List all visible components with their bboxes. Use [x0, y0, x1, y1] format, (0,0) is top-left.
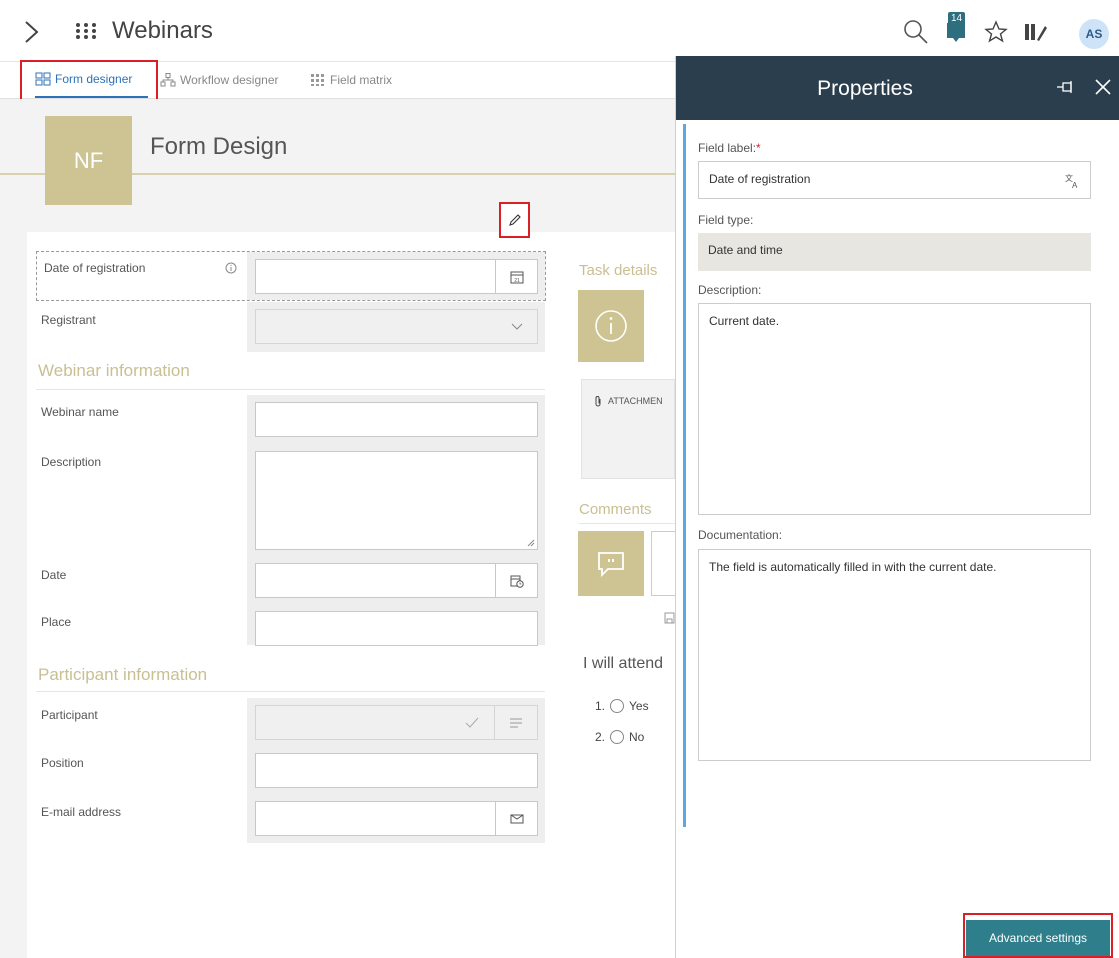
properties-header: Properties	[676, 56, 1119, 120]
field-label-value: Date of registration	[709, 172, 811, 186]
section-divider	[36, 389, 545, 390]
section-task-details: Task details	[579, 262, 658, 279]
option-number: 1.	[595, 699, 606, 713]
svg-text:A: A	[1072, 181, 1078, 189]
date-of-registration-input[interactable]: 21	[255, 259, 538, 294]
star-icon[interactable]	[982, 18, 1010, 46]
section-webinar-information: Webinar information	[38, 361, 190, 380]
calendar-clock-icon	[510, 575, 524, 588]
info-icon[interactable]	[225, 262, 237, 274]
section-comments: Comments	[579, 501, 652, 518]
description-textarea[interactable]	[255, 451, 538, 550]
description-value: Current date.	[709, 314, 780, 328]
option-yes[interactable]: 1. Yes	[595, 699, 649, 713]
field-label-webinar-name: Webinar name	[41, 405, 119, 419]
date-input[interactable]	[255, 563, 538, 598]
notification-count: 14	[948, 12, 966, 25]
workflow-icon	[160, 73, 176, 87]
chevron-down-icon	[511, 323, 523, 330]
close-icon[interactable]	[1094, 78, 1112, 96]
webinar-name-input[interactable]	[255, 402, 538, 437]
field-type-value: Date and time	[698, 233, 1091, 271]
tab-workflow-designer[interactable]: Workflow designer	[160, 62, 300, 98]
required-mark: *	[756, 141, 761, 155]
comment-input[interactable]	[651, 531, 675, 596]
selection-indicator	[683, 124, 686, 827]
field-type-label: Field type:	[698, 213, 754, 227]
position-input[interactable]	[255, 753, 538, 788]
email-input[interactable]	[255, 801, 538, 836]
pencil-icon	[508, 214, 521, 226]
section-divider	[36, 691, 545, 692]
field-label-position: Position	[41, 756, 84, 770]
question-label: I will attend	[583, 655, 664, 672]
field-label-date: Date	[41, 568, 67, 582]
pin-icon[interactable]	[1056, 80, 1076, 94]
check-icon[interactable]	[465, 717, 479, 729]
option-label: Yes	[629, 699, 649, 713]
field-label-description: Description	[41, 455, 102, 469]
info-circle-icon	[595, 310, 627, 342]
resize-handle-icon[interactable]	[527, 539, 535, 547]
field-label-place: Place	[41, 615, 72, 629]
attachments-tab[interactable]: ATTACHMEN	[581, 379, 675, 479]
translate-icon[interactable]: 文A	[1064, 173, 1080, 189]
matrix-icon	[311, 74, 324, 86]
documentation-label: Documentation:	[698, 528, 783, 542]
section-divider	[579, 523, 675, 524]
edit-field-button[interactable]	[499, 202, 530, 238]
date-picker-button[interactable]	[495, 564, 537, 597]
properties-panel: Properties Field label:* Date of registr…	[675, 56, 1119, 958]
app-grid-icon[interactable]	[74, 21, 98, 41]
radio-yes[interactable]	[610, 699, 625, 713]
option-number: 2.	[595, 730, 606, 744]
field-label-participant: Participant	[41, 708, 98, 722]
section-participant-information: Participant information	[38, 665, 208, 684]
option-label: No	[629, 730, 645, 744]
task-details-tile	[578, 290, 644, 362]
attachments-label: ATTACHMEN	[608, 396, 663, 406]
calendar-day: 21	[514, 278, 520, 284]
description-input[interactable]: Current date.	[698, 303, 1091, 515]
registrant-select[interactable]	[255, 309, 538, 344]
avatar[interactable]: AS	[1079, 19, 1109, 49]
documentation-input[interactable]: The field is automatically filled in wit…	[698, 549, 1091, 761]
calendar-icon: 21	[510, 271, 523, 284]
divider	[494, 706, 495, 739]
field-label-input[interactable]: Date of registration 文A	[698, 161, 1091, 199]
documentation-value: The field is automatically filled in wit…	[709, 560, 997, 574]
email-button[interactable]	[495, 802, 537, 835]
field-label-registrant: Registrant	[41, 313, 96, 327]
place-input[interactable]	[255, 611, 538, 646]
properties-title: Properties	[817, 77, 913, 100]
tab-field-matrix[interactable]: Field matrix	[310, 62, 410, 98]
speech-bubble-icon	[598, 551, 624, 577]
tab-label: Field matrix	[330, 73, 393, 87]
paperclip-icon	[595, 396, 601, 407]
search-icon[interactable]	[902, 18, 930, 46]
calendar-button[interactable]: 21	[495, 260, 537, 293]
save-icon[interactable]	[664, 612, 675, 624]
comments-tile	[578, 531, 644, 596]
advanced-settings-button[interactable]: Advanced settings	[966, 920, 1110, 956]
field-label-email: E-mail address	[41, 805, 122, 819]
envelope-icon	[510, 814, 523, 823]
chevron-right-icon[interactable]	[22, 20, 42, 44]
form-badge: NF	[45, 116, 132, 205]
participant-lookup[interactable]	[255, 705, 538, 740]
notification-button[interactable]: 14	[942, 12, 970, 46]
top-bar: Webinars 14 AS	[0, 0, 1119, 62]
checklist-icon[interactable]	[1020, 18, 1048, 46]
description-label: Description:	[698, 283, 762, 297]
field-label-date-of-registration: Date of registration	[44, 261, 146, 275]
page-title: Form Design	[150, 133, 288, 160]
radio-no[interactable]	[610, 730, 625, 744]
designer-tabs: Form designer Workflow designer Field ma…	[0, 60, 675, 109]
field-type-text: Date and time	[708, 243, 783, 257]
option-no[interactable]: 2. No	[595, 730, 644, 744]
field-label-label: Field label:*	[698, 141, 761, 155]
tab-label: Workflow designer	[180, 73, 279, 87]
list-icon[interactable]	[509, 718, 523, 728]
app-title: Webinars	[112, 17, 213, 44]
